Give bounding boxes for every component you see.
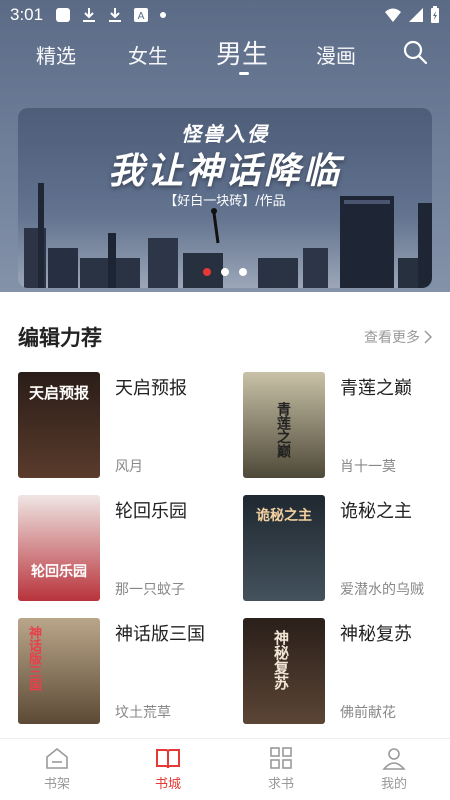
- person-icon: [382, 748, 406, 770]
- app-icon: [55, 7, 71, 23]
- battery-charging-icon: [430, 6, 440, 28]
- carousel-dots: [18, 268, 432, 276]
- tab-comics[interactable]: 漫画: [316, 40, 356, 69]
- font-icon: A: [133, 7, 149, 23]
- book-author: 坟土荒草: [115, 705, 171, 721]
- nav-label: 书城: [154, 777, 181, 792]
- book-card[interactable]: 诡秘之主 诡秘之主 爱潜水的乌贼: [243, 495, 450, 603]
- carousel-dot[interactable]: [239, 268, 247, 276]
- active-tab-indicator: [239, 72, 249, 75]
- dot-icon: [159, 11, 167, 19]
- book-cover-text: 青莲之巅: [275, 402, 291, 458]
- nav-profile[interactable]: 我的: [354, 739, 434, 800]
- status-bar: 3:01 A: [0, 0, 450, 30]
- book-card[interactable]: 青莲之巅 青莲之巅 肖十一莫: [243, 372, 450, 480]
- nav-request-book[interactable]: 求书: [241, 739, 321, 800]
- book-author: 那一只蚊子: [115, 582, 185, 598]
- svg-text:A: A: [138, 11, 145, 22]
- wifi-icon: [384, 7, 402, 27]
- carousel-dot[interactable]: [203, 268, 211, 276]
- book-cover-text: 神话版三国: [26, 626, 41, 691]
- book-cover-text: 天启预报: [28, 384, 89, 402]
- header-area: 3:01 A 精选 女生 男生 漫画 怪兽入侵 我让神话降临 【好白一块砖】/作…: [0, 0, 450, 300]
- book-title[interactable]: 轮回乐园: [115, 497, 215, 527]
- book-title[interactable]: 神话版三国: [115, 620, 215, 650]
- chevron-right-icon: [424, 330, 432, 344]
- book-author: 爱潜水的乌贼: [340, 582, 424, 598]
- book-title[interactable]: 神秘复苏: [340, 620, 440, 650]
- book-card[interactable]: 轮回乐园 轮回乐园 那一只蚊子: [18, 495, 228, 603]
- book-title[interactable]: 诡秘之主: [340, 497, 440, 527]
- category-tabs: 精选 女生 男生 漫画: [0, 30, 450, 82]
- see-more-label: 查看更多: [364, 330, 420, 346]
- nav-label: 书架: [43, 777, 70, 792]
- book-cover-text: 神秘复苏: [272, 630, 290, 690]
- bookshelf-icon: [46, 747, 68, 769]
- book-cover[interactable]: 轮回乐园: [18, 495, 100, 601]
- book-author: 风月: [115, 459, 143, 475]
- nav-bookshelf[interactable]: 书架: [17, 739, 97, 800]
- promo-banner[interactable]: 怪兽入侵 我让神话降临 【好白一块砖】/作品: [18, 108, 432, 288]
- section-title: 编辑力荐: [18, 326, 102, 350]
- book-title[interactable]: 天启预报: [115, 374, 215, 404]
- search-button[interactable]: [402, 39, 428, 65]
- bottom-navigation: 书架 书城 求书 我的: [0, 738, 450, 800]
- book-cover-text: 轮回乐园: [31, 564, 87, 580]
- banner-author: 【好白一块砖】/作品: [164, 194, 286, 209]
- book-cover[interactable]: 神秘复苏: [243, 618, 325, 724]
- download-icon: [81, 7, 97, 23]
- nav-label: 我的: [380, 777, 407, 792]
- banner-title: 我让神话降临: [107, 151, 342, 192]
- nav-label: 求书: [267, 777, 294, 792]
- nav-bookstore[interactable]: 书城: [128, 739, 208, 800]
- grid-icon: [270, 747, 292, 769]
- see-more-link[interactable]: 查看更多: [364, 327, 432, 347]
- book-cover[interactable]: 诡秘之主: [243, 495, 325, 601]
- book-author: 肖十一莫: [340, 459, 396, 475]
- book-cover-text: 诡秘之主: [256, 508, 312, 524]
- book-cover[interactable]: 神话版三国: [18, 618, 100, 724]
- tab-featured[interactable]: 精选: [36, 40, 76, 69]
- recommendation-section: 编辑力荐 查看更多 天启预报 天启预报 风月 青莲之巅 青莲之巅 肖十一莫 轮回…: [0, 292, 450, 738]
- book-cover[interactable]: 青莲之巅: [243, 372, 325, 478]
- search-icon: [403, 40, 428, 65]
- tab-female[interactable]: 女生: [128, 40, 168, 69]
- status-time: 3:01: [10, 5, 44, 24]
- signal-icon: [408, 7, 424, 27]
- book-card[interactable]: 神秘复苏 神秘复苏 佛前献花: [243, 618, 450, 726]
- book-title[interactable]: 青莲之巅: [340, 374, 440, 404]
- tab-male[interactable]: 男生: [216, 34, 268, 71]
- carousel-dot[interactable]: [221, 268, 229, 276]
- download-icon: [107, 7, 123, 23]
- book-card[interactable]: 神话版三国 神话版三国 坟土荒草: [18, 618, 228, 726]
- book-author: 佛前献花: [340, 705, 396, 721]
- book-cover[interactable]: 天启预报: [18, 372, 100, 478]
- book-card[interactable]: 天启预报 天启预报 风月: [18, 372, 228, 480]
- open-book-icon: [156, 749, 180, 769]
